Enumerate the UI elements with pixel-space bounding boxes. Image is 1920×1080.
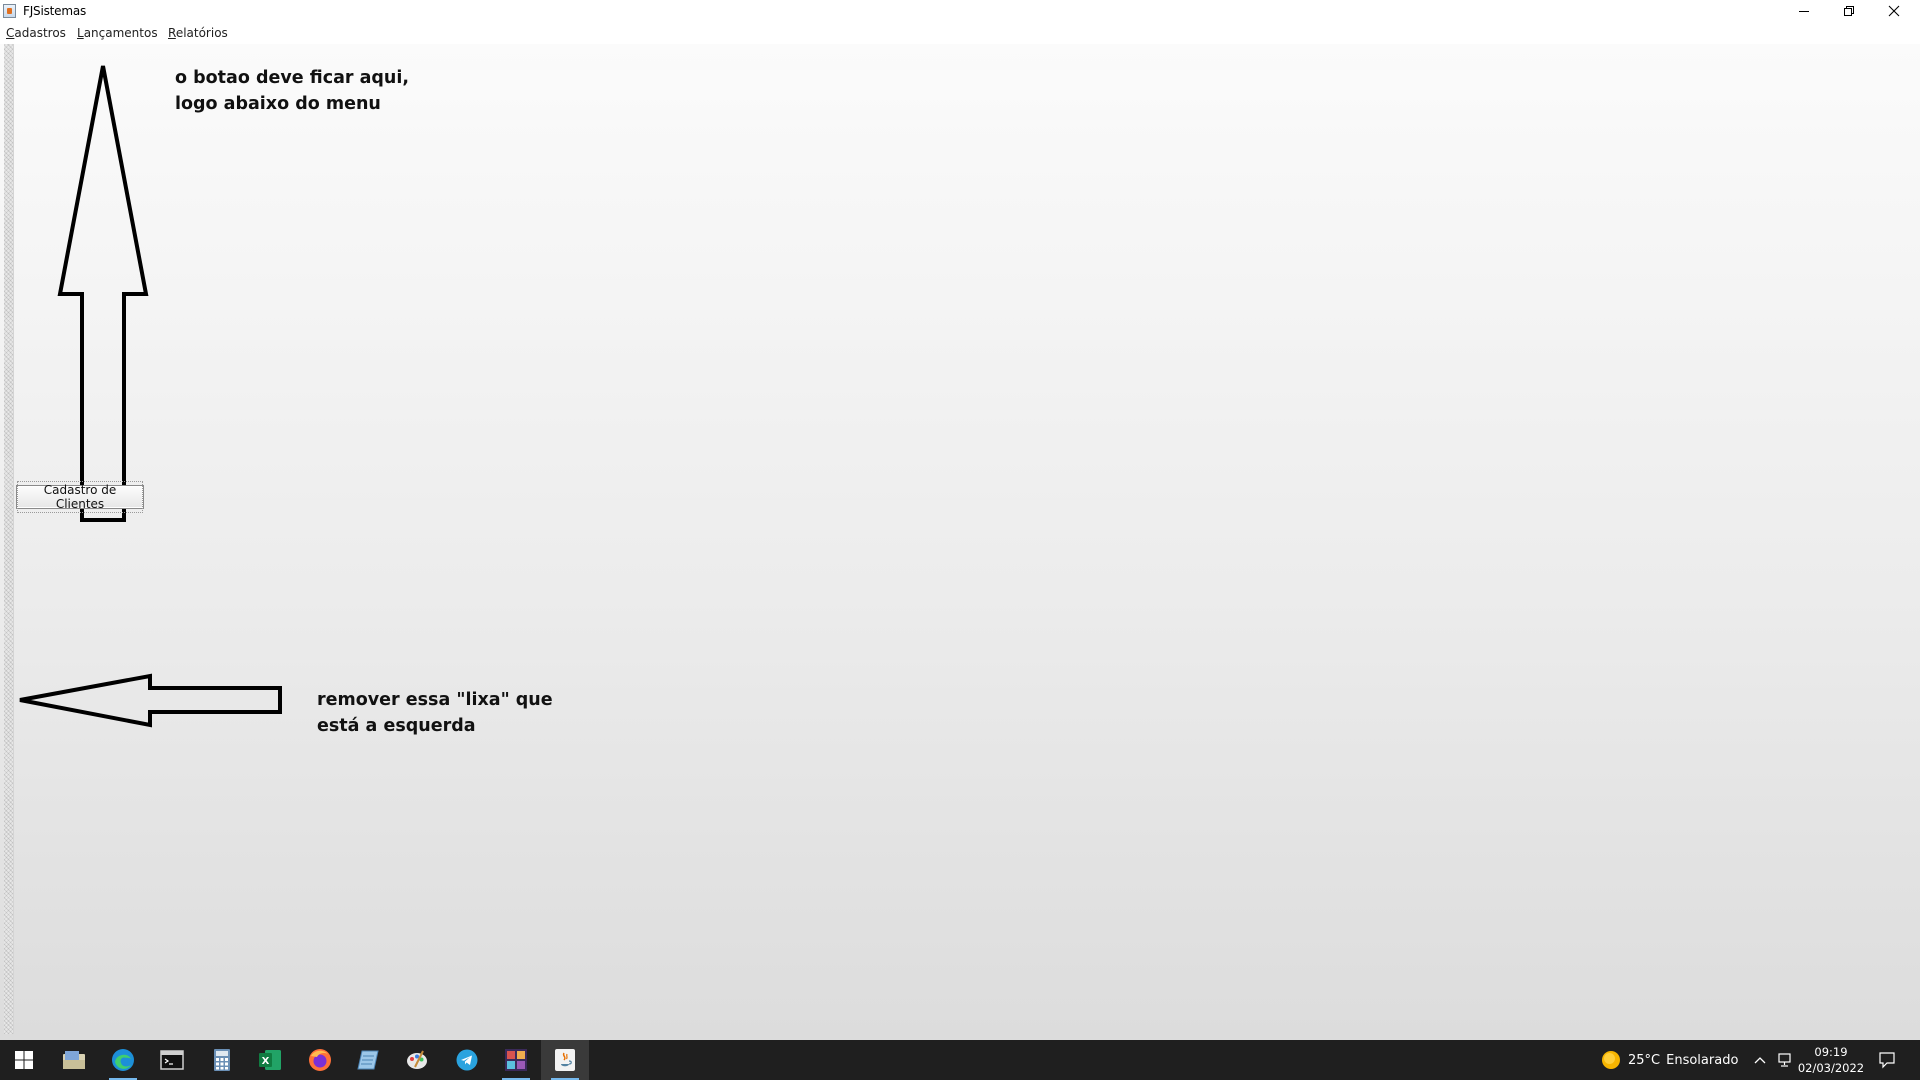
- taskbar: X 25°C Ensolarado 09:19 02/03/2022: [0, 1040, 1920, 1080]
- annotation-arrows: [19, 65, 282, 728]
- file-explorer-icon: [63, 1051, 85, 1069]
- excel-icon: X: [259, 1050, 281, 1070]
- cadastro-clientes-button[interactable]: Cadastro de Clientes: [16, 481, 144, 513]
- taskbar-edge[interactable]: [99, 1040, 147, 1080]
- telegram-icon: [456, 1049, 478, 1071]
- clock[interactable]: 09:19 02/03/2022: [1795, 1044, 1867, 1076]
- taskbar-excel[interactable]: X: [246, 1040, 294, 1080]
- taskbar-terminal[interactable]: [148, 1040, 196, 1080]
- weather-temperature: 25°C: [1628, 1052, 1661, 1068]
- taskbar-telegram[interactable]: [443, 1040, 491, 1080]
- taskbar-file-explorer[interactable]: [50, 1040, 98, 1080]
- network-icon: [1778, 1053, 1791, 1067]
- weather-widget[interactable]: 25°C Ensolarado: [1601, 1040, 1738, 1080]
- paint-icon: [407, 1050, 427, 1069]
- windows-start-icon: [15, 1051, 33, 1069]
- taskbar-calculator[interactable]: [198, 1040, 246, 1080]
- left-arrow: [19, 673, 282, 728]
- clock-date: 02/03/2022: [1797, 1061, 1865, 1075]
- taskbar-paint[interactable]: [393, 1040, 441, 1080]
- calculator-icon: [214, 1049, 230, 1071]
- firefox-icon: [309, 1049, 331, 1071]
- taskbar-notepad[interactable]: [344, 1040, 392, 1080]
- notification-icon: [1879, 1052, 1895, 1069]
- svg-text:X: X: [262, 1056, 270, 1067]
- notification-center-button[interactable]: [1878, 1040, 1896, 1080]
- taskbar-ide[interactable]: [492, 1040, 540, 1080]
- show-hidden-icons-button[interactable]: [1753, 1040, 1767, 1080]
- ide-icon: [505, 1049, 527, 1071]
- notepad-icon: [357, 1050, 379, 1070]
- network-tray-button[interactable]: [1777, 1040, 1793, 1080]
- annotation-bottom: remover essa "lixa" que está a esquerda: [317, 690, 553, 736]
- edge-browser-icon: [112, 1049, 134, 1071]
- annotation-top: o botao deve ficar aqui, logo abaixo do …: [175, 68, 410, 114]
- chevron-up-icon: [1754, 1057, 1766, 1064]
- taskbar-java-app[interactable]: [541, 1040, 589, 1080]
- clock-time: 09:19: [1814, 1045, 1848, 1059]
- weather-condition: Ensolarado: [1666, 1052, 1739, 1068]
- up-arrow: [57, 65, 149, 522]
- taskbar-firefox[interactable]: [296, 1040, 344, 1080]
- start-button[interactable]: [0, 1040, 48, 1080]
- terminal-icon: [160, 1050, 184, 1070]
- java-app-icon: [555, 1049, 575, 1071]
- sun-icon: [1602, 1051, 1620, 1069]
